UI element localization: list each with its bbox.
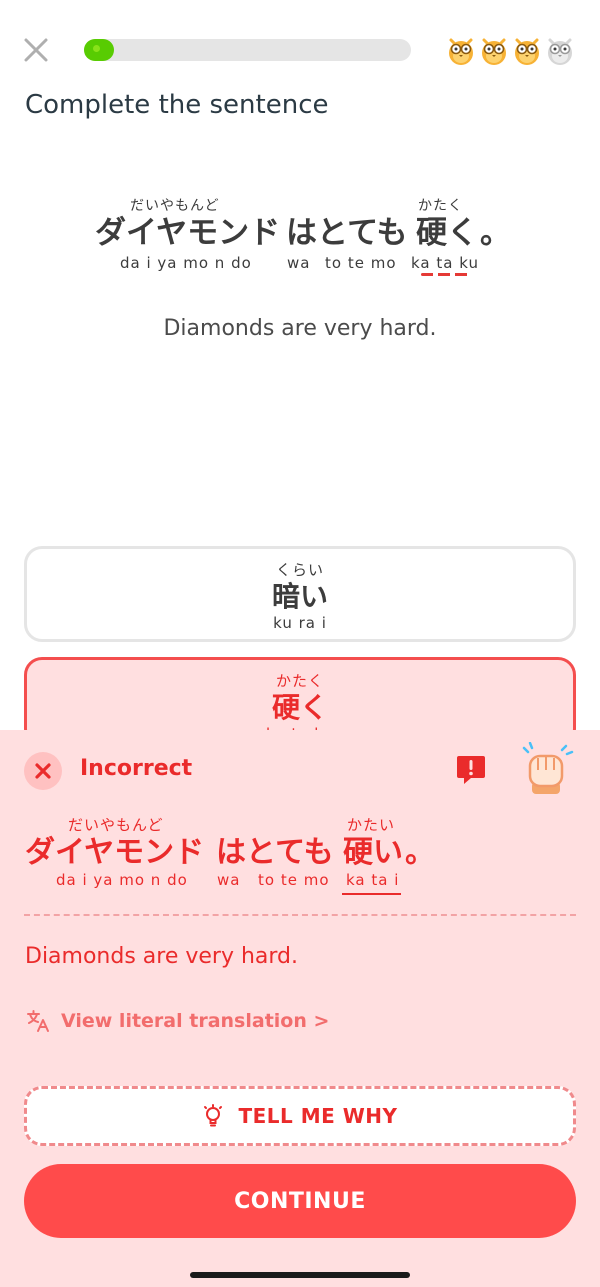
feedback-panel: Incorrect だいやもんど ダイヤモンド da i ya mo n do … xyxy=(0,730,600,1287)
answer-furigana-3: かたい xyxy=(347,816,396,834)
feedback-status: Incorrect xyxy=(80,756,193,781)
owl-heart-icon xyxy=(446,34,476,66)
owl-heart-icon xyxy=(512,34,542,66)
progress-bar xyxy=(84,39,411,61)
option-furigana: かたく xyxy=(275,672,324,690)
blank-underline xyxy=(421,273,471,276)
view-literal-translation-link[interactable]: View literal translation > xyxy=(25,1008,329,1034)
tell-me-why-label: TELL ME WHY xyxy=(238,1104,398,1128)
option-kurai[interactable]: くらい 暗い ku ra i xyxy=(24,546,576,642)
prompt-sentence: だいやもんど ダイヤモンド da i ya mo n do はとても wa to… xyxy=(0,190,600,280)
answer-romaji-1: da i ya mo n do xyxy=(56,871,188,889)
divider xyxy=(24,914,576,916)
answer-underline xyxy=(342,893,401,895)
option-furigana: くらい xyxy=(275,561,324,579)
prompt-romaji-3: ka ta ku xyxy=(411,254,479,272)
prompt-word-3: 硬く xyxy=(416,215,478,251)
correct-answer: だいやもんど ダイヤモンド da i ya mo n do はとても wa to… xyxy=(0,814,600,895)
option-romaji: ku ra i xyxy=(273,614,327,632)
answer-punctuation: 。 xyxy=(405,835,435,870)
answer-word-2: はとても xyxy=(216,835,334,870)
prompt-furigana-3: かたく xyxy=(418,198,463,214)
lightbulb-icon xyxy=(204,1104,223,1127)
translate-icon xyxy=(27,1010,49,1032)
report-button[interactable] xyxy=(454,752,488,786)
home-indicator xyxy=(190,1272,410,1278)
fist-icon xyxy=(518,741,574,798)
owl-heart-icon xyxy=(545,34,575,66)
answer-furigana-1: だいやもんど xyxy=(68,816,164,834)
hearts xyxy=(446,34,575,66)
prompt-romaji-wa: wa xyxy=(287,254,311,272)
continue-label: CONTINUE xyxy=(234,1188,366,1214)
answer-word-3: 硬い xyxy=(343,835,403,870)
page-title: Complete the sentence xyxy=(25,90,329,120)
tell-me-why-button[interactable]: TELL ME WHY xyxy=(24,1086,576,1146)
answer-word-1: ダイヤモンド xyxy=(25,835,205,870)
owl-heart-icon xyxy=(479,34,509,66)
incorrect-icon xyxy=(24,752,62,790)
close-icon xyxy=(24,38,48,62)
answer-romaji-wa: wa xyxy=(217,871,241,889)
continue-button[interactable]: CONTINUE xyxy=(24,1164,576,1238)
feedback-translation: Diamonds are very hard. xyxy=(25,944,299,969)
answer-romaji-totemo: to te mo xyxy=(258,871,330,889)
prompt-translation: Diamonds are very hard. xyxy=(163,316,437,341)
view-literal-translation-label: View literal translation > xyxy=(61,1010,330,1032)
prompt-word-2: はとても xyxy=(286,215,408,251)
prompt-romaji-totemo: to te mo xyxy=(325,254,397,272)
prompt-romaji-1: da i ya mo n do xyxy=(120,254,252,272)
option-word: 硬く xyxy=(271,691,328,724)
progress-fill xyxy=(84,39,114,61)
prompt-furigana-1: だいやもんど xyxy=(130,198,220,214)
answer-romaji-3: ka ta i xyxy=(346,871,400,889)
close-button[interactable] xyxy=(22,36,50,64)
prompt-punctuation: 。 xyxy=(480,215,511,251)
prompt-word-1: ダイヤモンド xyxy=(95,215,281,251)
report-flag-icon xyxy=(457,756,485,784)
option-word: 暗い xyxy=(271,580,328,613)
